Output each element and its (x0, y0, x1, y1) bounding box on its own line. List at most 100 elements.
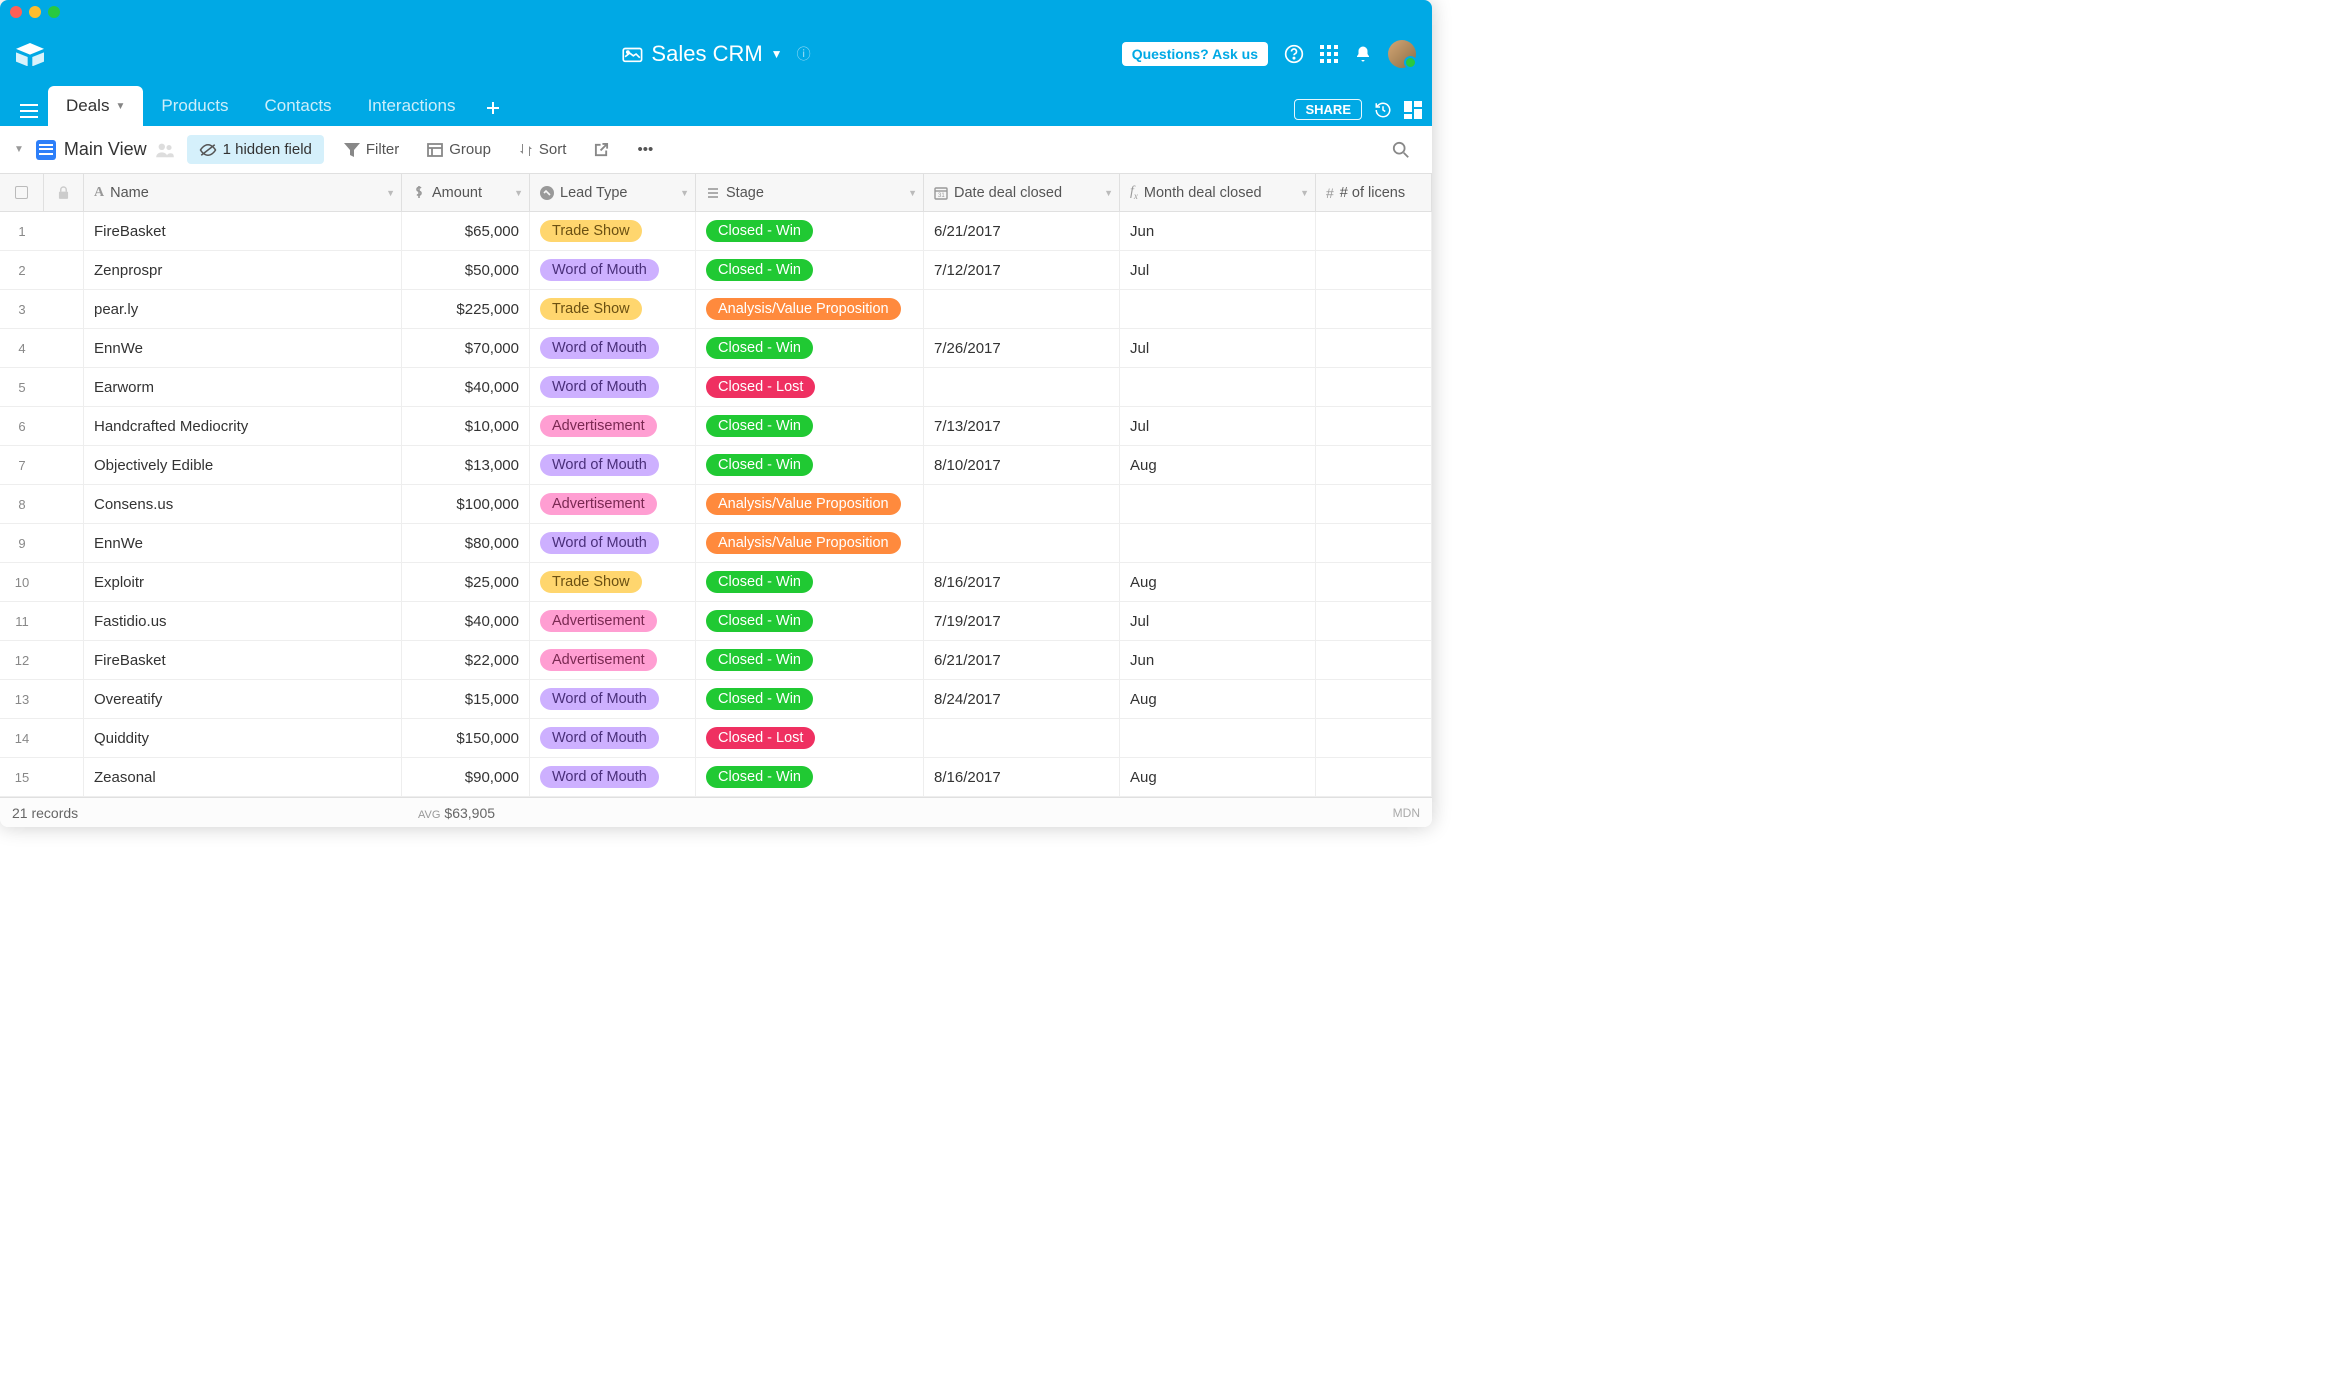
cell-licenses[interactable] (1316, 368, 1432, 406)
cell-lead-type[interactable]: Trade Show (530, 290, 696, 328)
table-row[interactable]: 8Consens.us$100,000AdvertisementAnalysis… (0, 485, 1432, 524)
sort-button[interactable]: Sort (511, 135, 575, 164)
cell-date-closed[interactable]: 6/21/2017 (924, 641, 1120, 679)
cell-amount[interactable]: $80,000 (402, 524, 530, 562)
cell-lead-type[interactable]: Word of Mouth (530, 329, 696, 367)
cell-date-closed[interactable]: 6/21/2017 (924, 212, 1120, 250)
cell-amount[interactable]: $225,000 (402, 290, 530, 328)
table-row[interactable]: 4EnnWe$70,000Word of MouthClosed - Win7/… (0, 329, 1432, 368)
cell-lead-type[interactable]: Word of Mouth (530, 368, 696, 406)
column-header-amount[interactable]: Amount▼ (402, 174, 530, 211)
cell-name[interactable]: Objectively Edible (84, 446, 402, 484)
cell-licenses[interactable] (1316, 251, 1432, 289)
table-tab-deals[interactable]: Deals▼ (48, 86, 143, 126)
notifications-bell-icon[interactable] (1354, 44, 1372, 64)
minimize-window-button[interactable] (29, 6, 41, 18)
column-header-licenses[interactable]: # # of licens (1316, 174, 1432, 211)
cell-stage[interactable]: Closed - Lost (696, 368, 924, 406)
cell-amount[interactable]: $10,000 (402, 407, 530, 445)
table-row[interactable]: 14Quiddity$150,000Word of MouthClosed - … (0, 719, 1432, 758)
cell-stage[interactable]: Closed - Lost (696, 719, 924, 757)
share-view-button[interactable] (586, 136, 617, 163)
cell-licenses[interactable] (1316, 641, 1432, 679)
cell-date-closed[interactable]: 8/24/2017 (924, 680, 1120, 718)
add-table-button[interactable] (473, 90, 513, 126)
user-avatar[interactable] (1388, 40, 1416, 68)
cell-name[interactable]: Fastidio.us (84, 602, 402, 640)
column-header-name[interactable]: A Name▼ (84, 174, 402, 211)
cell-amount[interactable]: $100,000 (402, 485, 530, 523)
grid-body[interactable]: 1FireBasket$65,000Trade ShowClosed - Win… (0, 212, 1432, 797)
cell-month-closed[interactable]: Jun (1120, 212, 1316, 250)
cell-lead-type[interactable]: Word of Mouth (530, 251, 696, 289)
cell-licenses[interactable] (1316, 290, 1432, 328)
cell-amount[interactable]: $90,000 (402, 758, 530, 796)
cell-licenses[interactable] (1316, 602, 1432, 640)
cell-stage[interactable]: Closed - Win (696, 602, 924, 640)
cell-stage[interactable]: Closed - Win (696, 641, 924, 679)
cell-month-closed[interactable]: Aug (1120, 446, 1316, 484)
cell-lead-type[interactable]: Word of Mouth (530, 446, 696, 484)
cell-name[interactable]: pear.ly (84, 290, 402, 328)
cell-licenses[interactable] (1316, 329, 1432, 367)
apps-grid-icon[interactable] (1320, 45, 1338, 63)
cell-date-closed[interactable] (924, 719, 1120, 757)
cell-lead-type[interactable]: Advertisement (530, 407, 696, 445)
view-switcher[interactable]: Main View (36, 139, 175, 160)
cell-lead-type[interactable]: Advertisement (530, 602, 696, 640)
cell-licenses[interactable] (1316, 446, 1432, 484)
cell-name[interactable]: EnnWe (84, 329, 402, 367)
cell-name[interactable]: Quiddity (84, 719, 402, 757)
table-row[interactable]: 13Overeatify$15,000Word of MouthClosed -… (0, 680, 1432, 719)
cell-licenses[interactable] (1316, 719, 1432, 757)
cell-amount[interactable]: $25,000 (402, 563, 530, 601)
cell-lead-type[interactable]: Word of Mouth (530, 758, 696, 796)
cell-lead-type[interactable]: Word of Mouth (530, 524, 696, 562)
cell-lead-type[interactable]: Advertisement (530, 641, 696, 679)
cell-licenses[interactable] (1316, 563, 1432, 601)
cell-licenses[interactable] (1316, 212, 1432, 250)
cell-month-closed[interactable] (1120, 524, 1316, 562)
table-tab-contacts[interactable]: Contacts (246, 86, 349, 126)
cell-stage[interactable]: Analysis/Value Proposition (696, 524, 924, 562)
cell-stage[interactable]: Analysis/Value Proposition (696, 485, 924, 523)
cell-licenses[interactable] (1316, 680, 1432, 718)
cell-licenses[interactable] (1316, 524, 1432, 562)
cell-stage[interactable]: Closed - Win (696, 251, 924, 289)
search-button[interactable] (1384, 135, 1418, 165)
cell-month-closed[interactable]: Jul (1120, 329, 1316, 367)
table-row[interactable]: 2Zenprospr$50,000Word of MouthClosed - W… (0, 251, 1432, 290)
table-row[interactable]: 1FireBasket$65,000Trade ShowClosed - Win… (0, 212, 1432, 251)
cell-name[interactable]: EnnWe (84, 524, 402, 562)
menu-hamburger-icon[interactable] (10, 96, 48, 126)
close-window-button[interactable] (10, 6, 22, 18)
cell-month-closed[interactable] (1120, 368, 1316, 406)
more-options-button[interactable]: ••• (629, 135, 661, 164)
table-row[interactable]: 6Handcrafted Mediocrity$10,000Advertisem… (0, 407, 1432, 446)
cell-stage[interactable]: Closed - Win (696, 329, 924, 367)
cell-month-closed[interactable]: Jul (1120, 407, 1316, 445)
cell-date-closed[interactable]: 7/13/2017 (924, 407, 1120, 445)
cell-lead-type[interactable]: Word of Mouth (530, 680, 696, 718)
table-row[interactable]: 12FireBasket$22,000AdvertisementClosed -… (0, 641, 1432, 680)
history-icon[interactable] (1374, 101, 1392, 119)
cell-lead-type[interactable]: Word of Mouth (530, 719, 696, 757)
cell-date-closed[interactable] (924, 290, 1120, 328)
cell-name[interactable]: Zeasonal (84, 758, 402, 796)
cell-amount[interactable]: $70,000 (402, 329, 530, 367)
cell-stage[interactable]: Analysis/Value Proposition (696, 290, 924, 328)
cell-lead-type[interactable]: Trade Show (530, 563, 696, 601)
cell-month-closed[interactable] (1120, 485, 1316, 523)
cell-name[interactable]: Handcrafted Mediocrity (84, 407, 402, 445)
group-button[interactable]: Group (419, 135, 499, 164)
table-tab-interactions[interactable]: Interactions (350, 86, 474, 126)
base-title[interactable]: Sales CRM ▼ ⓘ (621, 41, 810, 67)
cell-name[interactable]: Earworm (84, 368, 402, 406)
help-icon[interactable] (1284, 44, 1304, 64)
cell-licenses[interactable] (1316, 485, 1432, 523)
cell-date-closed[interactable] (924, 368, 1120, 406)
cell-licenses[interactable] (1316, 407, 1432, 445)
cell-name[interactable]: Overeatify (84, 680, 402, 718)
column-header-month[interactable]: fx Month deal closed▼ (1120, 174, 1316, 211)
cell-date-closed[interactable]: 7/19/2017 (924, 602, 1120, 640)
